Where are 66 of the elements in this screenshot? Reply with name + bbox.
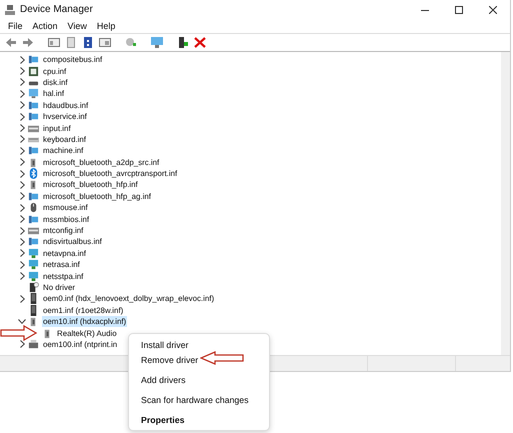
device-icon bbox=[28, 293, 39, 304]
window-title: Device Manager bbox=[20, 4, 94, 15]
maximize-icon bbox=[455, 6, 463, 14]
menu-item[interactable]: View bbox=[62, 21, 92, 31]
monitor-icon bbox=[28, 88, 39, 100]
chevron-right-icon[interactable] bbox=[20, 67, 24, 76]
chevron-right-icon[interactable] bbox=[20, 260, 24, 269]
chevron-right-icon[interactable] bbox=[20, 135, 24, 144]
document-icon bbox=[64, 37, 76, 48]
menu-item[interactable]: File bbox=[3, 21, 28, 31]
chevron-right-icon[interactable] bbox=[20, 340, 24, 348]
chevron-right-icon[interactable] bbox=[20, 294, 24, 303]
device-icon bbox=[28, 282, 39, 293]
menu-item[interactable]: Help bbox=[92, 21, 120, 31]
chevron-right-icon[interactable] bbox=[20, 272, 24, 280]
menu-item[interactable]: Action bbox=[28, 21, 63, 31]
network-icon bbox=[28, 259, 39, 270]
chevron-right-icon[interactable] bbox=[20, 56, 24, 64]
chevron-right-icon[interactable] bbox=[20, 101, 24, 110]
forward-icon bbox=[22, 37, 34, 48]
menu-item[interactable]: Scan for hardware changes bbox=[129, 392, 269, 407]
printer-icon bbox=[28, 338, 39, 350]
card-icon bbox=[28, 190, 39, 202]
input-device-icon bbox=[28, 225, 39, 236]
device-icon bbox=[28, 304, 39, 316]
update-icon bbox=[124, 37, 136, 48]
menu-item[interactable]: Install driver bbox=[129, 337, 269, 352]
enable-icon bbox=[176, 37, 188, 48]
chevron-right-icon[interactable] bbox=[20, 215, 24, 224]
chevron-right-icon[interactable] bbox=[20, 226, 24, 235]
chevron-right-icon[interactable] bbox=[20, 192, 24, 200]
back-icon bbox=[4, 37, 16, 48]
app-icon bbox=[5, 4, 15, 14]
chevron-right-icon[interactable] bbox=[20, 146, 24, 155]
chevron-down-icon[interactable] bbox=[18, 319, 26, 324]
chevron-right-icon[interactable] bbox=[20, 238, 24, 246]
chevron-right-icon[interactable] bbox=[20, 180, 24, 189]
panel-icon bbox=[98, 37, 110, 48]
network-icon bbox=[28, 270, 39, 282]
card-icon bbox=[28, 145, 39, 156]
menu-item[interactable]: Remove driver bbox=[129, 352, 269, 367]
chevron-right-icon[interactable] bbox=[20, 249, 24, 258]
chevron-right-icon[interactable] bbox=[20, 90, 24, 98]
chevron-right-icon[interactable] bbox=[20, 204, 24, 212]
panel-icon bbox=[48, 37, 60, 48]
remove-icon bbox=[194, 37, 206, 48]
menu-item[interactable]: Add drivers bbox=[129, 372, 269, 387]
mouse-icon bbox=[28, 202, 39, 214]
card-icon bbox=[28, 100, 39, 111]
chevron-right-icon[interactable] bbox=[20, 112, 24, 121]
chevron-right-icon[interactable] bbox=[20, 124, 24, 132]
card-icon bbox=[28, 236, 39, 248]
help-icon bbox=[82, 37, 94, 48]
menu-item[interactable]: Properties bbox=[129, 412, 269, 427]
card-icon bbox=[28, 214, 39, 225]
chevron-right-icon[interactable] bbox=[20, 170, 24, 178]
card-icon bbox=[28, 54, 39, 66]
arrow-icon bbox=[200, 351, 244, 365]
network-icon bbox=[28, 248, 39, 259]
monitor-icon bbox=[150, 37, 162, 48]
chip-icon bbox=[28, 66, 39, 77]
bluetooth-icon bbox=[28, 168, 39, 180]
chevron-right-icon[interactable] bbox=[20, 78, 24, 86]
card-icon bbox=[28, 111, 39, 122]
chevron-right-icon[interactable] bbox=[20, 158, 24, 166]
close-icon bbox=[489, 6, 497, 14]
